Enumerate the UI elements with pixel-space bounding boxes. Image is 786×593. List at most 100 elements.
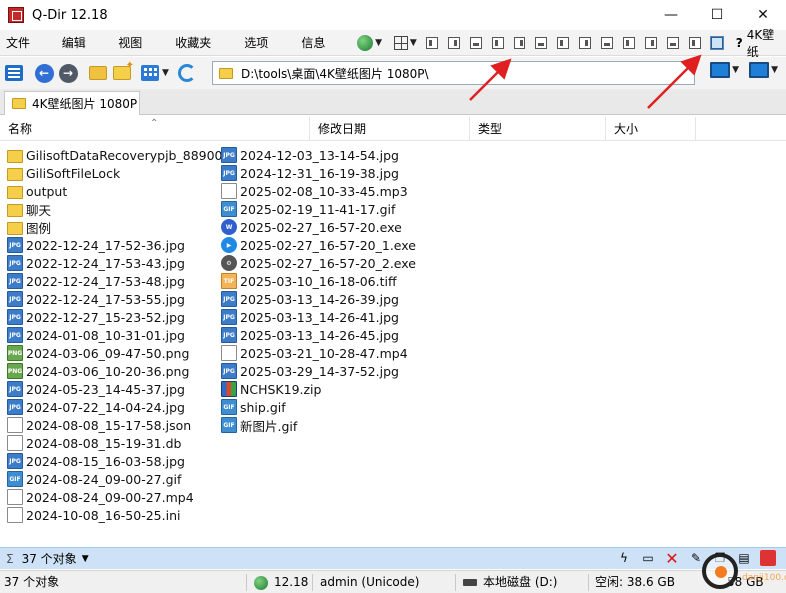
folder-item[interactable]: 聊天	[7, 200, 51, 218]
gif-icon: GIF	[221, 201, 237, 217]
column-name[interactable]: 名称 ⌃	[0, 117, 310, 141]
chevron-down-icon[interactable]: ▼	[162, 68, 169, 78]
chevron-down-icon[interactable]: ▼	[771, 65, 778, 75]
refresh-button[interactable]	[177, 63, 197, 83]
help-icon[interactable]: ?	[736, 36, 743, 50]
layout-6-icon[interactable]	[535, 36, 548, 49]
file-item[interactable]: JPG 2025-03-13_14-26-39.jpg	[221, 290, 399, 308]
menu-view[interactable]: 视图 (V)	[112, 32, 169, 72]
minimize-button[interactable]: —	[648, 0, 694, 30]
file-item[interactable]: 2024-08-08_15-19-31.db	[7, 434, 181, 452]
globe-icon[interactable]	[357, 34, 374, 51]
file-item[interactable]: 2024-10-08_16-50-25.ini	[7, 506, 180, 524]
layout-2-icon[interactable]	[447, 36, 460, 49]
file-item[interactable]: ▶ 2025-02-27_16-57-20_1.exe	[221, 236, 416, 254]
address-path[interactable]: D:\tools\桌面\4K壁纸图片 1080P\	[241, 65, 429, 82]
file-item[interactable]: NCHSK19.zip	[221, 380, 321, 398]
tab-bar: 4K壁纸图片 1080P	[0, 89, 786, 115]
up-folder-button[interactable]	[88, 63, 108, 83]
refresh-icon	[177, 64, 196, 82]
exe-gear-icon: ⚙	[221, 255, 237, 271]
chevron-down-icon[interactable]: ▼	[82, 554, 89, 564]
file-item[interactable]: JPG 2022-12-24_17-52-36.jpg	[7, 236, 185, 254]
file-item[interactable]: JPG 2025-03-13_14-26-41.jpg	[221, 308, 399, 326]
layout-12-icon[interactable]	[666, 36, 679, 49]
file-name: 图例	[26, 220, 52, 236]
folder-item[interactable]: output	[7, 182, 67, 200]
folder-item[interactable]: 图例	[7, 218, 51, 236]
column-size[interactable]: 大小	[606, 117, 696, 141]
chevron-down-icon[interactable]: ▼	[375, 38, 382, 48]
tab-folder[interactable]: 4K壁纸图片 1080P	[4, 91, 140, 115]
menu-info[interactable]: 信息 (H)	[295, 32, 353, 72]
back-button[interactable]: ←	[34, 63, 54, 83]
chevron-down-icon[interactable]: ▼	[410, 38, 417, 48]
gif-icon: GIF	[221, 417, 237, 433]
file-item[interactable]: TIF 2025-03-10_16-18-06.tiff	[221, 272, 397, 290]
file-name: 2022-12-24_17-53-55.jpg	[26, 291, 185, 307]
file-item[interactable]: JPG 2025-03-13_14-26-45.jpg	[221, 326, 399, 344]
list-view-button[interactable]	[4, 63, 24, 83]
file-item[interactable]: PNG 2024-03-06_09-47-50.png	[7, 344, 189, 362]
file-item[interactable]: JPG 2024-07-22_14-04-24.jpg	[7, 398, 185, 416]
file-item[interactable]: PNG 2024-03-06_10-20-36.png	[7, 362, 189, 380]
layout-7-icon[interactable]	[557, 36, 570, 49]
forward-button[interactable]: →	[58, 63, 78, 83]
jpg-icon: JPG	[221, 309, 237, 325]
new-folder-button[interactable]	[112, 60, 134, 83]
layout-single-icon[interactable]	[709, 35, 724, 50]
folder-item[interactable]: GiliSoftFileLock	[7, 164, 120, 182]
file-item[interactable]: 2025-03-21_10-28-47.mp4	[221, 344, 408, 362]
layout-8-icon[interactable]	[579, 36, 592, 49]
layout-4-icon[interactable]	[491, 36, 504, 49]
menu-file[interactable]: 文件 (F)	[0, 32, 56, 72]
file-item[interactable]: JPG 2022-12-24_17-53-43.jpg	[7, 254, 185, 272]
lightning-icon[interactable]: ϟ	[616, 550, 632, 566]
file-item[interactable]: JPG 2024-08-15_16-03-58.jpg	[7, 452, 185, 470]
layout-11-icon[interactable]	[645, 36, 657, 49]
doc-icon	[7, 489, 23, 505]
file-item[interactable]: GIF 2024-08-24_09-00-27.gif	[7, 470, 181, 488]
maximize-button[interactable]: ☐	[694, 0, 740, 30]
object-count[interactable]: 37 个对象	[22, 550, 77, 567]
menu-options[interactable]: 选项 (X)	[238, 32, 295, 72]
file-item[interactable]: W 2025-02-27_16-57-20.exe	[221, 218, 402, 236]
file-item[interactable]: ⚙ 2025-02-27_16-57-20_2.exe	[221, 254, 416, 272]
layout-9-icon[interactable]	[601, 36, 614, 49]
file-item[interactable]: JPG 2022-12-24_17-53-48.jpg	[7, 272, 185, 290]
file-item[interactable]: 2024-08-08_15-17-58.json	[7, 416, 191, 434]
file-item[interactable]: JPG 2024-05-23_14-45-37.jpg	[7, 380, 185, 398]
address-bar[interactable]: D:\tools\桌面\4K壁纸图片 1080P\	[212, 61, 695, 85]
layout-grid-icon[interactable]	[393, 35, 408, 50]
column-modified[interactable]: 修改日期	[310, 117, 470, 141]
file-item[interactable]: GIF 2025-02-19_11-41-17.gif	[221, 200, 395, 218]
layout-13-icon[interactable]	[688, 36, 701, 49]
file-name: 2025-03-10_16-18-06.tiff	[240, 273, 397, 289]
list-icon	[5, 65, 23, 81]
file-item[interactable]: JPG 2025-03-29_14-37-52.jpg	[221, 362, 399, 380]
monitor-icon[interactable]	[710, 62, 731, 78]
keyboard-icon[interactable]: ▭	[640, 550, 656, 566]
menu-favorites[interactable]: 收藏夹 (A)	[169, 32, 238, 72]
file-item[interactable]: JPG 2022-12-24_17-53-55.jpg	[7, 290, 185, 308]
file-item[interactable]: GIF ship.gif	[221, 398, 286, 416]
layout-5-icon[interactable]	[513, 36, 526, 49]
file-name: 2024-01-08_10-31-01.jpg	[26, 327, 185, 343]
file-item[interactable]: JPG 2024-01-08_10-31-01.jpg	[7, 326, 185, 344]
file-item[interactable]: JPG 2024-12-31_16-19-38.jpg	[221, 164, 399, 182]
view-mode-button[interactable]	[140, 63, 160, 83]
file-item[interactable]: GIF 新图片.gif	[221, 416, 297, 434]
layout-10-icon[interactable]	[623, 36, 636, 49]
column-type[interactable]: 类型	[470, 117, 606, 141]
monitor-icon[interactable]	[749, 62, 770, 78]
layout-3-icon[interactable]	[469, 36, 482, 49]
chevron-down-icon[interactable]: ▼	[732, 65, 739, 75]
layout-1-icon[interactable]	[425, 36, 438, 49]
file-item[interactable]: 2025-02-08_10-33-45.mp3	[221, 182, 408, 200]
file-item[interactable]: 2024-08-24_09-00-27.mp4	[7, 488, 194, 506]
folder-item[interactable]: GilisoftDataRecoverypjb_889006	[7, 146, 230, 164]
file-item[interactable]: JPG 2024-12-03_13-14-54.jpg	[221, 146, 399, 164]
new-folder-icon	[113, 60, 134, 80]
menu-edit[interactable]: 编辑 (E)	[56, 32, 112, 72]
file-item[interactable]: JPG 2022-12-27_15-23-52.jpg	[7, 308, 185, 326]
